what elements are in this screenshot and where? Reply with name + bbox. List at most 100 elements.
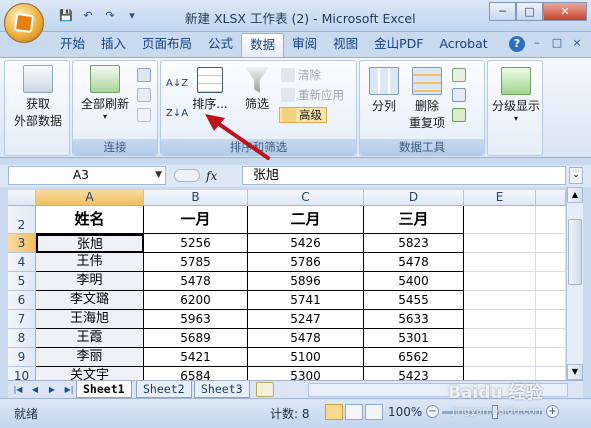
column-header-b[interactable]: B — [144, 190, 248, 206]
name-cell[interactable]: 王伟 — [36, 253, 144, 272]
value-cell[interactable]: 5478 — [144, 272, 248, 291]
column-header-e[interactable]: E — [464, 190, 536, 206]
value-cell[interactable]: 5256 — [144, 234, 248, 253]
insert-function-icon[interactable]: fx — [206, 169, 217, 183]
formula-cancel-confirm[interactable] — [174, 169, 200, 182]
next-sheet-icon[interactable]: ▶ — [44, 382, 60, 397]
value-cell[interactable]: 5426 — [248, 234, 364, 253]
restore-icon[interactable]: □ — [549, 36, 565, 52]
sort-ascending-button[interactable]: A↓Z — [166, 75, 188, 91]
header-cell[interactable]: 一月 — [144, 206, 248, 234]
empty-cell[interactable] — [464, 310, 536, 329]
empty-cell[interactable] — [464, 329, 536, 348]
column-header-d[interactable]: D — [364, 190, 464, 206]
properties-small-button[interactable] — [137, 87, 151, 103]
value-cell[interactable]: 5963 — [144, 310, 248, 329]
value-cell[interactable]: 5478 — [248, 329, 364, 348]
what-if-button[interactable] — [452, 107, 466, 123]
name-cell[interactable]: 关文宇 — [36, 367, 144, 380]
header-cell[interactable]: 姓名 — [36, 206, 144, 234]
row-header-3[interactable]: 3 — [8, 234, 36, 253]
insert-sheet-icon[interactable] — [256, 382, 274, 397]
chevron-down-icon[interactable]: ▼ — [155, 167, 162, 184]
name-cell[interactable]: 李文璐 — [36, 291, 144, 310]
name-cell[interactable]: 王霞 — [36, 329, 144, 348]
value-cell[interactable]: 5301 — [364, 329, 464, 348]
edit-links-small-button[interactable] — [137, 107, 151, 123]
select-all-corner[interactable] — [8, 190, 36, 206]
value-cell[interactable]: 5633 — [364, 310, 464, 329]
prev-sheet-icon[interactable]: ◀ — [27, 382, 43, 397]
empty-cell[interactable] — [536, 291, 566, 310]
tab-insert[interactable]: 插入 — [93, 33, 134, 57]
empty-cell[interactable] — [464, 291, 536, 310]
scroll-up-icon[interactable]: ▲ — [567, 187, 583, 203]
restore-ribbon-icon[interactable]: – — [529, 36, 545, 52]
value-cell[interactable]: 5300 — [248, 367, 364, 380]
page-break-view-icon[interactable] — [365, 404, 383, 420]
header-cell[interactable]: 二月 — [248, 206, 364, 234]
worksheet-grid[interactable]: A B C D E 2 姓名 一月 二月 三月 3 张旭 5256 5426 5823 4 王伟 578… — [8, 190, 566, 380]
horizontal-scrollbar[interactable] — [308, 383, 568, 397]
undo-icon[interactable]: ↶ — [80, 8, 96, 24]
last-sheet-icon[interactable]: ▶| — [61, 382, 77, 397]
formula-input[interactable]: 张旭 — [242, 166, 566, 185]
name-cell[interactable]: 李丽 — [36, 348, 144, 367]
tab-formulas[interactable]: 公式 — [200, 33, 241, 57]
row-header-5[interactable]: 5 — [8, 272, 36, 291]
row-header-4[interactable]: 4 — [8, 253, 36, 272]
filter-button[interactable]: 筛选 — [237, 67, 277, 112]
sort-button[interactable]: 排序... — [189, 67, 231, 112]
minimize-button[interactable]: ─ — [489, 2, 516, 21]
value-cell[interactable]: 5896 — [248, 272, 364, 291]
name-cell[interactable]: 王海旭 — [36, 310, 144, 329]
expand-formula-icon[interactable]: ⌄ — [569, 167, 583, 184]
value-cell[interactable]: 5400 — [364, 272, 464, 291]
scroll-thumb[interactable] — [568, 219, 582, 285]
help-icon[interactable]: ? — [509, 36, 525, 52]
value-cell[interactable]: 5423 — [364, 367, 464, 380]
row-header-8[interactable]: 8 — [8, 329, 36, 348]
maximize-button[interactable]: □ — [516, 2, 543, 21]
value-cell[interactable]: 6584 — [144, 367, 248, 380]
redo-icon[interactable]: ↷ — [102, 8, 118, 24]
empty-cell[interactable] — [536, 348, 566, 367]
remove-duplicates-button[interactable]: 删除 重复项 — [404, 67, 450, 131]
reapply-button[interactable]: 重新应用 — [281, 87, 344, 103]
first-sheet-icon[interactable]: |◀ — [10, 382, 26, 397]
value-cell[interactable]: 5785 — [144, 253, 248, 272]
empty-cell[interactable] — [536, 310, 566, 329]
tab-home[interactable]: 开始 — [52, 33, 93, 57]
empty-cell[interactable] — [536, 206, 566, 234]
data-validation-button[interactable] — [452, 67, 466, 83]
value-cell[interactable]: 5421 — [144, 348, 248, 367]
value-cell[interactable]: 5823 — [364, 234, 464, 253]
tab-page-layout[interactable]: 页面布局 — [134, 33, 200, 57]
value-cell[interactable]: 5247 — [248, 310, 364, 329]
zoom-level[interactable]: 100% — [388, 405, 422, 419]
row-header-7[interactable]: 7 — [8, 310, 36, 329]
name-cell[interactable]: 李明 — [36, 272, 144, 291]
zoom-thumb[interactable] — [492, 405, 498, 419]
sheet-tab-3[interactable]: Sheet3 — [194, 381, 250, 398]
tab-review[interactable]: 审阅 — [284, 33, 325, 57]
empty-cell[interactable] — [464, 348, 536, 367]
column-header-a[interactable]: A — [36, 190, 144, 206]
close-button[interactable]: ✕ — [543, 2, 587, 21]
empty-cell[interactable] — [464, 206, 536, 234]
scroll-down-icon[interactable]: ▼ — [567, 364, 583, 380]
advanced-filter-button[interactable]: 高级 — [279, 107, 327, 123]
empty-cell[interactable] — [536, 253, 566, 272]
get-external-data-button[interactable]: 获取 外部数据 — [9, 65, 67, 129]
customize-icon[interactable]: ▾ — [124, 8, 140, 24]
office-button[interactable] — [4, 3, 44, 43]
value-cell[interactable]: 5100 — [248, 348, 364, 367]
row-header-9[interactable]: 9 — [8, 348, 36, 367]
empty-cell[interactable] — [464, 367, 536, 380]
zoom-out-icon[interactable]: − — [426, 405, 439, 418]
header-cell[interactable]: 三月 — [364, 206, 464, 234]
refresh-all-button[interactable]: 全部刷新 ▾ — [77, 65, 133, 121]
clear-filter-button[interactable]: 清除 — [281, 67, 321, 83]
sheet-tab-1[interactable]: Sheet1 — [76, 381, 132, 398]
column-header-c[interactable]: C — [248, 190, 364, 206]
